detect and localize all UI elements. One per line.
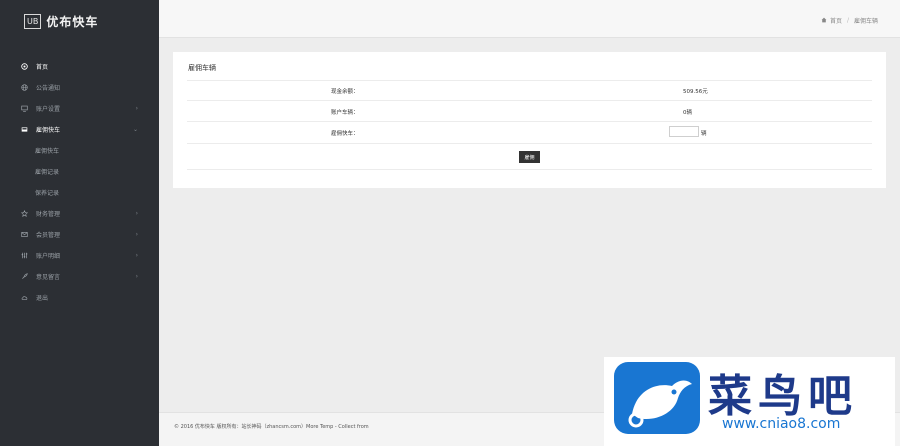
- home-icon: [821, 17, 827, 25]
- hire-submit-button[interactable]: 雇佣: [519, 151, 540, 163]
- sidebar-item-finance[interactable]: 财务管理 ›: [0, 203, 159, 224]
- footer-copyright: © 2016 优布快车 版权所有：站长神码（zhancsm.com）More T…: [174, 424, 369, 430]
- sidebar-subitem-hire-car[interactable]: 雇佣快车: [0, 140, 159, 161]
- sidebar: UB 优布快车 首页 公告通知 账户设置 › 雇佣快车 ⌄ 雇佣快车 雇佣记录 …: [0, 0, 159, 446]
- sidebar-subitem-hire-records[interactable]: 雇佣记录: [0, 161, 159, 182]
- sidebar-item-label: 退出: [36, 295, 49, 302]
- sidebar-item-label: 公告通知: [36, 85, 61, 92]
- cloud-icon: [0, 294, 28, 301]
- top-bar: 首页 / 雇佣车辆: [159, 0, 900, 38]
- hire-quantity-input[interactable]: [669, 126, 699, 137]
- table-row: 账户车辆： 0辆: [187, 101, 872, 122]
- bird-logo-icon: [614, 362, 700, 434]
- breadcrumb-home-link[interactable]: 首页: [830, 16, 842, 25]
- sidebar-item-label: 财务管理: [36, 211, 61, 218]
- brand-logo[interactable]: UB 优布快车: [24, 13, 98, 30]
- star-icon: [0, 210, 28, 217]
- cash-balance-label: 现金余额：: [331, 89, 359, 95]
- hire-quantity-unit: 辆: [701, 131, 707, 137]
- sidebar-item-account-settings[interactable]: 账户设置 ›: [0, 98, 159, 119]
- chevron-right-icon: ›: [135, 210, 138, 217]
- sidebar-item-members[interactable]: 会员管理 ›: [0, 224, 159, 245]
- envelope-icon: [0, 231, 28, 238]
- panel-title: 雇佣车辆: [188, 64, 216, 72]
- account-vehicles-value: 0辆: [683, 110, 692, 116]
- chevron-right-icon: ›: [135, 252, 138, 259]
- hire-car-panel: 雇佣车辆 现金余额： 509.56元 账户车辆： 0辆 雇佣快车： 辆: [173, 52, 886, 188]
- table-row: 雇佣快车： 辆: [187, 122, 872, 144]
- home-icon: [0, 63, 28, 70]
- sidebar-item-account-details[interactable]: 账户明细 ›: [0, 245, 159, 266]
- sidebar-item-label: 账户明细: [36, 253, 61, 260]
- rocket-icon: [0, 273, 28, 280]
- sidebar-item-notices[interactable]: 公告通知: [0, 77, 159, 98]
- sidebar-nav: 首页 公告通知 账户设置 › 雇佣快车 ⌄ 雇佣快车 雇佣记录 保养记录 财务管…: [0, 56, 159, 308]
- sidebar-item-label: 首页: [36, 64, 49, 71]
- breadcrumb-current: 雇佣车辆: [853, 18, 878, 25]
- cash-balance-value: 509.56元: [683, 89, 708, 95]
- sidebar-item-feedback[interactable]: 意见留言 ›: [0, 266, 159, 287]
- sidebar-item-label: 账户设置: [36, 106, 61, 113]
- sidebar-item-logout[interactable]: 退出: [0, 287, 159, 308]
- sidebar-subitem-maintenance-records[interactable]: 保养记录: [0, 182, 159, 203]
- globe-icon: [0, 84, 28, 91]
- chevron-right-icon: ›: [135, 273, 138, 280]
- chevron-down-icon: ⌄: [132, 126, 138, 133]
- chevron-right-icon: ›: [135, 231, 138, 238]
- sliders-icon: [0, 252, 28, 259]
- sidebar-item-label: 会员管理: [36, 232, 61, 239]
- hire-quantity-label: 雇佣快车：: [331, 131, 359, 137]
- brand-name: 优布快车: [46, 15, 99, 29]
- breadcrumb-separator: /: [846, 17, 849, 24]
- account-vehicles-label: 账户车辆：: [331, 110, 359, 116]
- sidebar-item-hire-car[interactable]: 雇佣快车 ⌄: [0, 119, 159, 140]
- watermark: 菜鸟吧 www.cniao8.com: [604, 357, 895, 446]
- sidebar-item-label: 意见留言: [36, 274, 61, 281]
- chevron-right-icon: ›: [135, 105, 138, 112]
- brand-badge: UB: [24, 14, 42, 29]
- breadcrumb: 首页 / 雇佣车辆: [821, 16, 878, 25]
- watermark-url: www.cniao8.com: [722, 416, 841, 432]
- inbox-icon: [0, 126, 28, 133]
- sidebar-item-home[interactable]: 首页: [0, 56, 159, 77]
- monitor-icon: [0, 105, 28, 112]
- sidebar-item-label: 雇佣快车: [36, 127, 61, 134]
- table-row: 现金余额： 509.56元: [187, 80, 872, 101]
- watermark-title: 菜鸟吧: [708, 371, 858, 422]
